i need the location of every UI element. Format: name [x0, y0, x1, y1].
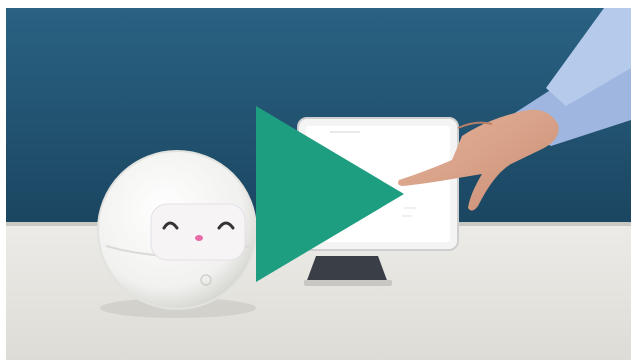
video-thumbnail[interactable]	[6, 8, 631, 360]
play-icon	[256, 106, 404, 282]
play-button[interactable]	[254, 106, 406, 282]
